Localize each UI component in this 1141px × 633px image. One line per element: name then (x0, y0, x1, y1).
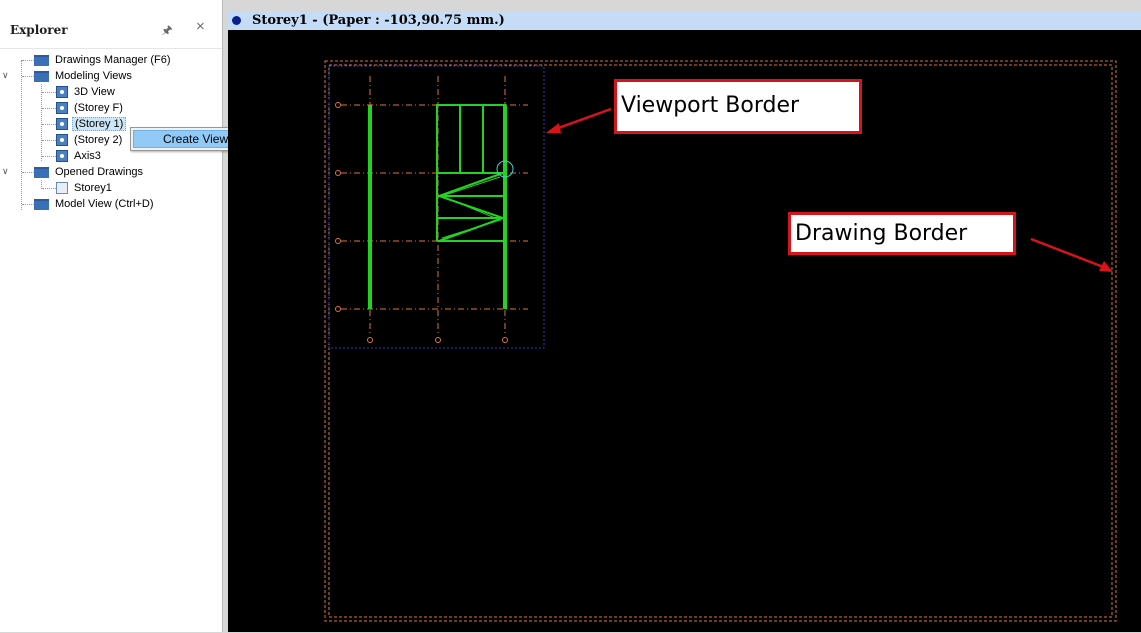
tree-connector (22, 172, 34, 173)
stair-zigzag-inner (440, 176, 502, 239)
folder-icon (34, 54, 49, 66)
tree-connector (42, 108, 56, 109)
viewport-border-callout: Viewport Border (614, 79, 862, 134)
tree-item-label: 3D View (74, 86, 115, 98)
explorer-title: Explorer (10, 23, 68, 37)
drawing-arrow-line (1030, 237, 1107, 270)
view-icon (56, 102, 68, 114)
drawing-canvas[interactable]: Viewport Border Drawing Border (228, 30, 1141, 632)
tree-connector (22, 60, 34, 61)
folder-icon (34, 70, 49, 82)
tree-item-storey-2[interactable]: (Storey 2) (56, 132, 124, 148)
expand-chevron-icon[interactable]: ∨ (2, 166, 9, 177)
tree-item-label: (Storey F) (74, 102, 123, 114)
folder-icon (34, 166, 49, 178)
tree-item-storey-1[interactable]: (Storey 1) (56, 116, 127, 132)
tree-item-modeling-views[interactable]: Modeling Views (34, 68, 134, 84)
drawing-title-bar[interactable]: Storey1 - (Paper : -103,90.75 mm.) (228, 12, 1141, 30)
stair-geometry (368, 104, 507, 309)
explorer-header: Explorer 🖈 × (0, 14, 222, 40)
tree-item-drawings-manager[interactable]: Drawings Manager (F6) (34, 52, 173, 68)
drawing-border-callout: Drawing Border (788, 212, 1016, 255)
drawing-title: Storey1 - (Paper : -103,90.75 mm.) (252, 13, 505, 28)
viewport-arrow-head (546, 123, 561, 133)
stair-upper-flight (436, 104, 506, 174)
tree-connector (42, 156, 56, 157)
tree-item-axis3[interactable]: Axis3 (56, 148, 103, 164)
active-dot-icon (232, 16, 241, 25)
axis-bubble (335, 102, 341, 108)
tree-connector (22, 204, 34, 205)
axis-bubble (435, 337, 441, 343)
tree-item-3d-view[interactable]: 3D View (56, 84, 117, 100)
axis-bubble (335, 238, 341, 244)
close-icon[interactable]: × (196, 18, 205, 35)
explorer-panel: Explorer 🖈 × ∨ ∨ Drawings Manager (F6) M… (0, 0, 223, 632)
expand-chevron-icon[interactable]: ∨ (2, 70, 9, 81)
tree-connector (22, 76, 34, 77)
tree-item-label: Modeling Views (55, 70, 132, 82)
tree-connector (21, 60, 22, 210)
tree-item-label: Opened Drawings (55, 166, 144, 178)
tree-item-label: (Storey 1) (72, 117, 127, 131)
tree-item-storey-f[interactable]: (Storey F) (56, 100, 125, 116)
view-icon (56, 118, 68, 130)
pin-icon[interactable]: 🖈 (160, 21, 174, 42)
folder-icon (34, 198, 49, 210)
tree-connector (42, 188, 56, 189)
axis-bubble (502, 337, 508, 343)
axis-bubble (335, 306, 341, 312)
tree-item-label: (Storey 2) (74, 134, 123, 146)
axis-bubbles (335, 102, 508, 343)
tree-item-model-view[interactable]: Model View (Ctrl+D) (34, 196, 156, 212)
tree-connector (42, 92, 56, 93)
tree-item-label: Drawings Manager (F6) (55, 54, 171, 66)
tree-item-label: Storey1 (74, 182, 112, 194)
drawing-border (324, 60, 1117, 622)
drawing-border-inner (328, 64, 1113, 618)
drawing-icon (56, 182, 68, 194)
tree-connector (42, 124, 56, 125)
tree-item-opened-drawings[interactable]: Opened Drawings (34, 164, 145, 180)
axis-bubble (367, 337, 373, 343)
axis-bubble (335, 170, 341, 176)
tree-connector (42, 140, 56, 141)
view-icon (56, 150, 68, 162)
view-icon (56, 134, 68, 146)
stair-zigzag (435, 172, 507, 242)
tree-item-label: Model View (Ctrl+D) (55, 198, 154, 210)
tree-item-storey1-drawing[interactable]: Storey1 (56, 180, 114, 196)
view-icon (56, 86, 68, 98)
tree-connector (41, 84, 42, 161)
tree-item-label: Axis3 (74, 150, 101, 162)
